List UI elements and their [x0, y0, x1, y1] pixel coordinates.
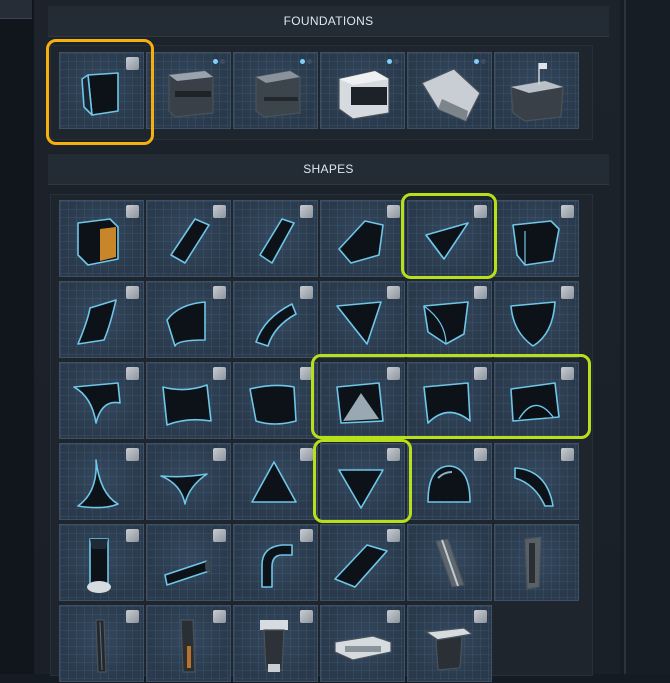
shape-tile[interactable]	[233, 524, 318, 601]
shape-tile[interactable]	[146, 524, 231, 601]
variant-cube-icon	[387, 286, 400, 299]
variant-cube-icon	[561, 367, 574, 380]
shape-tile[interactable]	[59, 605, 144, 682]
variant-cube-icon	[474, 286, 487, 299]
shape-tile[interactable]	[494, 443, 579, 520]
foundation-tile[interactable]	[59, 52, 144, 129]
foundation-tile[interactable]	[494, 52, 579, 129]
variant-cube-icon	[474, 205, 487, 218]
shape-tile[interactable]	[494, 524, 579, 601]
shape-tile[interactable]	[320, 605, 405, 682]
foundation-tile[interactable]	[407, 52, 492, 129]
shapes-header: SHAPES	[48, 154, 609, 185]
shape-tile[interactable]	[59, 281, 144, 358]
shape-tile[interactable]	[233, 200, 318, 277]
shape-tile[interactable]	[146, 605, 231, 682]
shape-tile[interactable]	[407, 605, 492, 682]
shapes-title: SHAPES	[303, 162, 354, 176]
left-corner-tab	[0, 0, 32, 19]
shape-tile[interactable]	[320, 200, 405, 277]
shape-tile[interactable]	[233, 281, 318, 358]
variant-cube-icon	[387, 529, 400, 542]
variant-cube-icon	[300, 610, 313, 623]
variant-cube-icon	[126, 367, 139, 380]
variant-cube-icon	[300, 286, 313, 299]
right-sidebar	[620, 0, 670, 674]
variant-cube-icon	[387, 205, 400, 218]
variant-cube-icon	[300, 205, 313, 218]
shape-tile[interactable]	[494, 362, 579, 439]
variant-cube-icon	[561, 205, 574, 218]
foundations-grid	[50, 45, 593, 140]
variant-cube-icon	[387, 610, 400, 623]
variant-cube-icon	[126, 286, 139, 299]
variant-cube-icon	[213, 205, 226, 218]
variant-cube-icon	[474, 448, 487, 461]
variant-cube-icon	[126, 610, 139, 623]
shape-tile[interactable]	[407, 281, 492, 358]
shape-tile[interactable]	[233, 605, 318, 682]
shape-tile[interactable]	[407, 362, 492, 439]
shapes-grid	[50, 194, 593, 682]
shape-tile[interactable]	[407, 443, 492, 520]
shape-tile[interactable]	[494, 281, 579, 358]
foundations-header: FOUNDATIONS	[48, 6, 609, 37]
foundation-tile[interactable]	[146, 52, 231, 129]
variant-cube-icon	[300, 448, 313, 461]
ramp-foundation-icon	[421, 68, 481, 122]
shape-tile[interactable]	[407, 524, 492, 601]
vertical-beam-icon	[524, 536, 542, 590]
foundation-tile[interactable]	[320, 52, 405, 129]
variant-cube-icon	[300, 367, 313, 380]
shape-tile[interactable]	[320, 281, 405, 358]
variant-dots	[213, 59, 225, 64]
shape-tile[interactable]	[146, 443, 231, 520]
variant-cube-icon	[213, 448, 226, 461]
variant-cube-icon	[387, 448, 400, 461]
variant-cube-icon	[561, 448, 574, 461]
foundation-tile[interactable]	[233, 52, 318, 129]
variant-cube-icon	[126, 529, 139, 542]
variant-cube-icon	[213, 367, 226, 380]
variant-cube-icon	[213, 610, 226, 623]
shape-tile[interactable]	[146, 281, 231, 358]
metal-foundation-icon	[168, 70, 214, 118]
shape-tile[interactable]	[59, 443, 144, 520]
variant-cube-icon	[213, 286, 226, 299]
flag-foundation-icon	[510, 63, 564, 122]
foundations-title: FOUNDATIONS	[283, 14, 374, 28]
shape-tile[interactable]	[59, 200, 144, 277]
shape-tile[interactable]	[146, 200, 231, 277]
shape-tile[interactable]	[320, 443, 405, 520]
strut-beam-icon	[435, 538, 465, 588]
shape-tile[interactable]	[59, 362, 144, 439]
variant-cube-icon	[474, 367, 487, 380]
framed-foundation-icon	[338, 70, 390, 120]
shape-tile[interactable]	[146, 362, 231, 439]
shape-tile[interactable]	[320, 524, 405, 601]
variant-cube-icon	[300, 529, 313, 542]
shape-tile[interactable]	[233, 362, 318, 439]
left-sidebar	[0, 0, 34, 674]
variant-cube-icon	[387, 367, 400, 380]
variant-cube-icon	[561, 286, 574, 299]
variant-cube-icon	[474, 610, 487, 623]
shape-tile[interactable]	[233, 443, 318, 520]
variant-cube-icon	[126, 57, 139, 70]
steel-foundation-icon	[255, 70, 301, 118]
variant-cube-icon	[126, 205, 139, 218]
shape-tile[interactable]	[59, 524, 144, 601]
right-divider	[624, 0, 626, 674]
variant-dots	[300, 59, 312, 64]
shape-tile[interactable]	[320, 362, 405, 439]
shape-tile[interactable]	[494, 200, 579, 277]
shape-tile[interactable]	[407, 200, 492, 277]
variant-cube-icon	[126, 448, 139, 461]
variant-dots	[474, 59, 486, 64]
variant-dots	[387, 59, 399, 64]
variant-cube-icon	[213, 529, 226, 542]
